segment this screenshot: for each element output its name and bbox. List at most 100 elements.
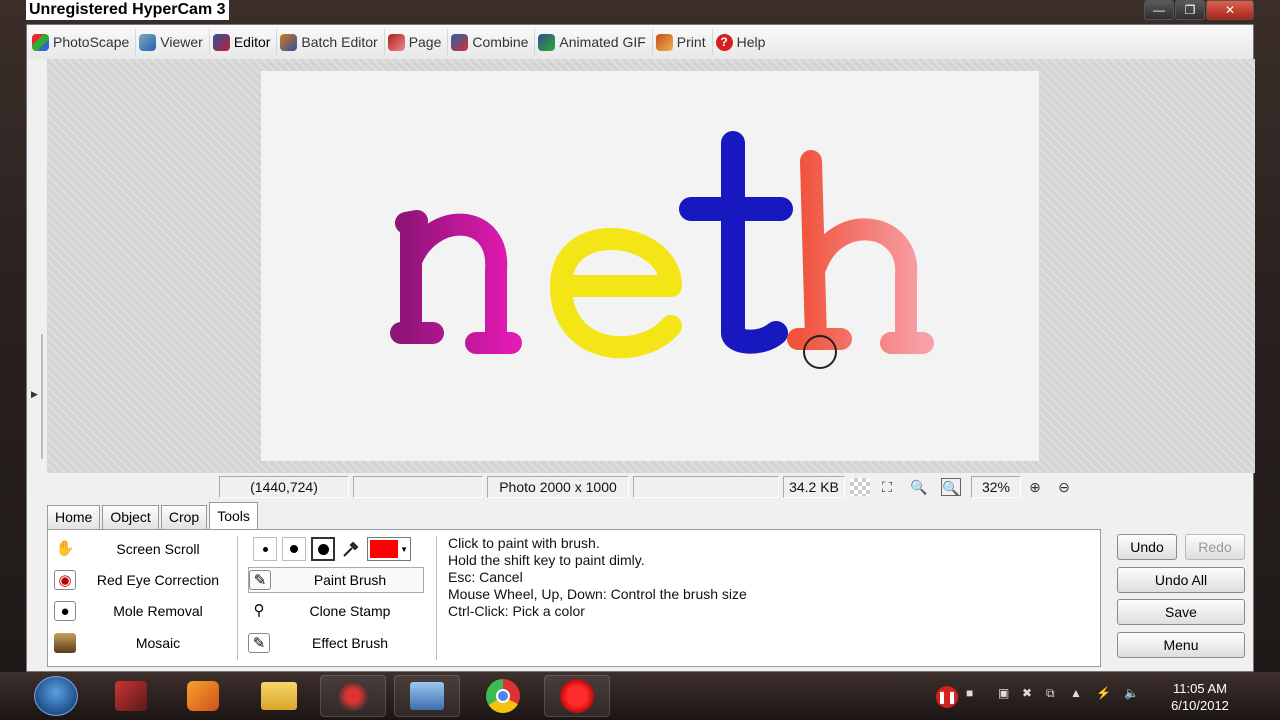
menu-help-label: Help bbox=[736, 34, 766, 50]
menu-photoscape[interactable]: PhotoScape bbox=[29, 29, 137, 55]
photo-dimensions: Photo 2000 x 1000 bbox=[487, 476, 629, 498]
menu-batch-editor-label: Batch Editor bbox=[301, 34, 378, 50]
taskbar-app-chrome[interactable] bbox=[470, 675, 536, 717]
help-line: Hold the shift key to paint dimly. bbox=[448, 552, 645, 568]
photo-artwork bbox=[390, 131, 934, 359]
save-button[interactable]: Save bbox=[1117, 599, 1245, 625]
menu-editor-label: Editor bbox=[233, 34, 271, 50]
help-line: Mouse Wheel, Up, Down: Control the brush… bbox=[448, 586, 747, 602]
mosaic-icon bbox=[54, 633, 76, 653]
menu-help[interactable]: ? Help bbox=[713, 29, 772, 55]
taskbar-app-remote-desktop[interactable] bbox=[394, 675, 460, 717]
tab-tools[interactable]: Tools bbox=[209, 502, 258, 529]
window-controls: — ❐ ✕ bbox=[1144, 0, 1254, 20]
viewer-icon bbox=[139, 33, 157, 51]
effect-brush-icon: ✎ bbox=[248, 633, 270, 653]
menu-viewer[interactable]: Viewer bbox=[136, 29, 210, 55]
volume-icon[interactable]: 🔈 bbox=[1124, 686, 1139, 706]
taskbar-app-photoscape[interactable] bbox=[320, 675, 386, 717]
editor-canvas[interactable] bbox=[47, 59, 1255, 473]
folder-icon bbox=[261, 682, 297, 710]
tool-clone-stamp-label: Clone Stamp bbox=[309, 603, 391, 619]
menu-combine[interactable]: Combine bbox=[448, 29, 536, 55]
close-button[interactable]: ✕ bbox=[1206, 0, 1254, 20]
letter-t bbox=[679, 131, 793, 354]
paint-brush-icon: ✎ bbox=[249, 570, 271, 590]
tab-object[interactable]: Object bbox=[102, 505, 159, 529]
clock-date: 6/10/2012 bbox=[1171, 698, 1229, 713]
tool-red-eye-correction[interactable]: ◉ Red Eye Correction bbox=[54, 567, 234, 593]
tools-divider-2 bbox=[436, 536, 437, 660]
taskbar-app-reader[interactable] bbox=[98, 675, 164, 717]
side-panel-toggle-strip[interactable]: ▶ bbox=[27, 59, 47, 473]
menu-photoscape-label: PhotoScape bbox=[53, 34, 130, 50]
tab-crop[interactable]: Crop bbox=[160, 505, 208, 529]
menu-editor[interactable]: Editor bbox=[210, 29, 278, 55]
tool-screen-scroll[interactable]: ✋ Screen Scroll bbox=[54, 536, 234, 562]
start-button[interactable] bbox=[34, 676, 78, 716]
taskbar-app-hypercam[interactable] bbox=[544, 675, 610, 717]
status-bar: (1440,724) Photo 2000 x 1000 34.2 KB ⛶ 🔍… bbox=[27, 473, 1253, 501]
network-icon[interactable]: ⚡ bbox=[1096, 686, 1111, 706]
brush-color-picker[interactable]: ▼ bbox=[367, 537, 411, 561]
taskbar-app-explorer[interactable] bbox=[246, 675, 312, 717]
side-panel-divider bbox=[41, 334, 43, 459]
menu-batch-editor[interactable]: Batch Editor bbox=[277, 29, 385, 55]
pause-recording-icon[interactable]: ❚❚ bbox=[936, 686, 958, 708]
medium-dot-icon bbox=[290, 545, 298, 553]
print-icon bbox=[655, 33, 673, 51]
stop-recording-icon[interactable]: ■ bbox=[966, 686, 973, 706]
tray-tool-icon[interactable]: ✖ bbox=[1022, 686, 1032, 706]
small-dot-icon bbox=[262, 546, 268, 552]
redo-button[interactable]: Redo bbox=[1185, 534, 1245, 560]
brush-size-small[interactable] bbox=[253, 537, 277, 561]
photo-image[interactable] bbox=[261, 71, 1039, 461]
zoom-out-icon[interactable]: ⊖ bbox=[1054, 478, 1074, 496]
tray-window-icon-1[interactable]: ▣ bbox=[998, 686, 1009, 706]
minimize-button[interactable]: — bbox=[1144, 0, 1174, 20]
brush-size-selector: ▼ bbox=[253, 537, 411, 561]
undo-button[interactable]: Undo bbox=[1117, 534, 1177, 560]
recorder-watermark: Unregistered HyperCam 3 bbox=[26, 0, 229, 20]
eyedropper-icon[interactable] bbox=[340, 538, 362, 560]
file-size: 34.2 KB bbox=[783, 476, 845, 498]
maximize-button[interactable]: ❐ bbox=[1175, 0, 1205, 20]
handwritten-word bbox=[390, 131, 934, 359]
hand-icon: ✋ bbox=[55, 540, 75, 557]
letter-e bbox=[550, 228, 682, 359]
menu-animated-gif[interactable]: Animated GIF bbox=[535, 29, 653, 55]
photoscape-icon bbox=[32, 33, 49, 51]
fit-to-window-icon[interactable]: ⛶ bbox=[877, 478, 897, 496]
system-clock[interactable]: 11:05 AM 6/10/2012 bbox=[1160, 680, 1240, 714]
tab-home[interactable]: Home bbox=[47, 505, 101, 529]
clock-time: 11:05 AM bbox=[1173, 681, 1227, 696]
tool-mole-removal[interactable]: ● Mole Removal bbox=[54, 598, 234, 624]
menu-print[interactable]: Print bbox=[653, 29, 713, 55]
brush-size-large[interactable] bbox=[311, 537, 335, 561]
letter-h bbox=[787, 150, 934, 354]
tool-mosaic[interactable]: Mosaic bbox=[54, 630, 234, 656]
help-line: Click to paint with brush. bbox=[448, 535, 600, 551]
taskbar-app-media-player[interactable] bbox=[170, 675, 236, 717]
zoom-fit-icon[interactable]: 🔍 bbox=[941, 478, 961, 496]
tray-expand-icon[interactable]: ▲ bbox=[1070, 686, 1082, 706]
undo-all-button[interactable]: Undo All bbox=[1117, 567, 1245, 593]
expand-arrow-icon[interactable]: ▶ bbox=[31, 389, 38, 400]
tray-window-icon-2[interactable]: ⧉ bbox=[1046, 686, 1055, 706]
media-player-icon bbox=[187, 681, 219, 711]
menu-print-label: Print bbox=[676, 34, 706, 50]
editor-icon bbox=[212, 33, 230, 51]
brush-size-medium[interactable] bbox=[282, 537, 306, 561]
reader-icon bbox=[115, 681, 147, 711]
tool-clone-stamp[interactable]: ⚲ Clone Stamp bbox=[248, 598, 424, 624]
actual-size-icon[interactable]: 🔍 bbox=[909, 478, 929, 496]
transparency-checker-icon[interactable] bbox=[850, 478, 870, 496]
tool-paint-brush[interactable]: ✎ Paint Brush bbox=[248, 567, 424, 593]
tool-effect-brush[interactable]: ✎ Effect Brush bbox=[248, 630, 424, 656]
menu-page[interactable]: Page bbox=[385, 29, 449, 55]
menu-button[interactable]: Menu bbox=[1117, 632, 1245, 658]
editor-tabs: Home Object Crop Tools bbox=[47, 502, 258, 529]
tool-mole-removal-label: Mole Removal bbox=[113, 603, 203, 619]
photoscape-taskbar-icon bbox=[336, 681, 370, 711]
zoom-in-icon[interactable]: ⊕ bbox=[1025, 478, 1045, 496]
